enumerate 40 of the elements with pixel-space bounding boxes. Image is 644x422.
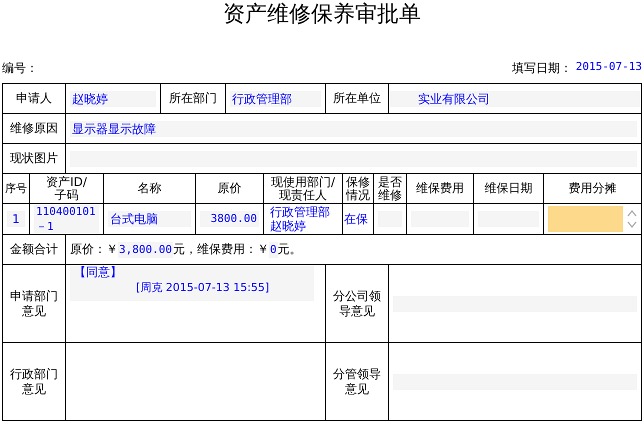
input-field[interactable]: 赵晓婷: [70, 90, 156, 106]
column-header: 维保日期: [474, 174, 544, 204]
column-header: 原价: [196, 174, 264, 204]
approval-verdict: 【同意】: [74, 265, 123, 280]
field-label: 金额合计: [2, 234, 66, 264]
input-field[interactable]: 行政管理部: [230, 90, 321, 106]
input-field[interactable]: 1: [7, 211, 25, 227]
input-field[interactable]: 3,800.00: [118, 242, 173, 258]
column-header: 现使用部门/现责任人: [264, 174, 342, 204]
input-field[interactable]: 台式电脑: [108, 211, 191, 227]
column-header: 资产ID/子码: [30, 174, 104, 204]
input-field[interactable]: 显示器显示故障: [70, 120, 637, 136]
form-title: 资产维修保养审批单: [222, 1, 422, 29]
approval-signature: [周克 2015-07-13 15:55]: [135, 280, 270, 295]
amount-label: 原价：￥: [70, 241, 118, 258]
column-header: 名称: [104, 174, 196, 204]
field-label: 维修原因: [2, 114, 66, 144]
column-header: 序号: [2, 174, 30, 204]
field-label: 分管领导意见: [326, 342, 388, 420]
field-label: 申请人: [2, 84, 66, 114]
field-label: 行政部门意见: [2, 342, 66, 420]
column-header: 费用分摊: [544, 174, 642, 204]
cell-text: 在保: [344, 210, 369, 228]
input-field[interactable]: [548, 206, 623, 232]
amount-label: 元。: [278, 241, 302, 258]
input-field[interactable]: 0: [268, 242, 278, 258]
field-label: 申请部门意见: [2, 264, 66, 342]
column-header: 是否维修: [374, 174, 406, 204]
date-value: 2015-07-13: [576, 60, 642, 74]
column-header: 维保费用: [406, 174, 474, 204]
number-label: 编号：: [2, 60, 38, 76]
amount-label: 元，维保费用：￥: [172, 241, 269, 258]
field-label: 所在单位: [326, 84, 388, 114]
column-header: 保修情况: [342, 174, 374, 204]
field-label: 分公司领导意见: [326, 264, 388, 342]
field-label: 所在部门: [160, 84, 226, 114]
input-field[interactable]: 3800.00: [200, 211, 259, 227]
input-field[interactable]: 【同意】 [周克 2015-07-13 15:55]: [70, 265, 314, 301]
input-field[interactable]: 实业有限公司: [390, 90, 640, 106]
date-label: 填写日期：: [512, 60, 572, 76]
